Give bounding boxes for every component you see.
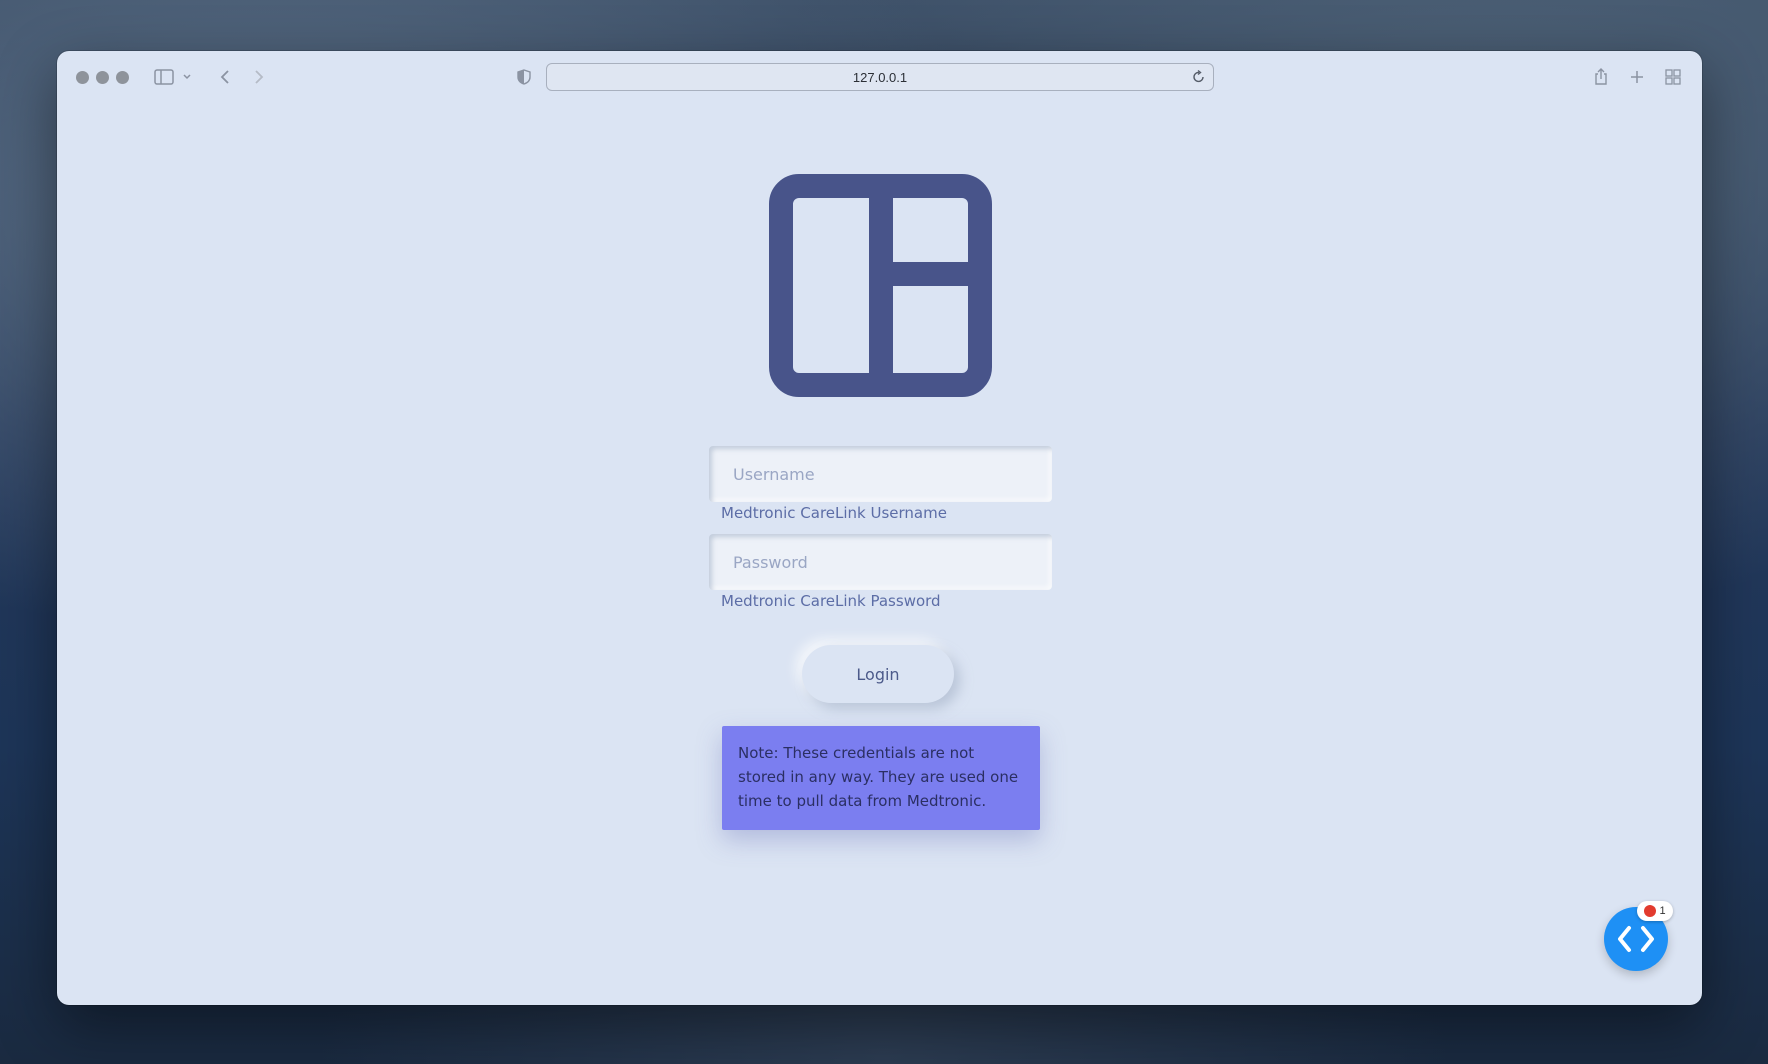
zoom-window-button[interactable] xyxy=(116,71,129,84)
chevron-down-icon[interactable] xyxy=(181,65,193,89)
address-bar[interactable]: 127.0.0.1 xyxy=(546,63,1214,91)
credentials-note: Note: These credentials are not stored i… xyxy=(722,726,1040,830)
username-hint: Medtronic CareLink Username xyxy=(721,504,947,522)
forward-icon[interactable] xyxy=(251,65,267,89)
password-hint: Medtronic CareLink Password xyxy=(721,592,941,610)
login-button[interactable]: Login xyxy=(802,645,954,703)
minimize-window-button[interactable] xyxy=(96,71,109,84)
close-window-button[interactable] xyxy=(76,71,89,84)
share-icon[interactable] xyxy=(1591,65,1611,89)
layout-panels-icon xyxy=(769,174,992,397)
tab-overview-icon[interactable] xyxy=(1663,65,1683,89)
password-input[interactable] xyxy=(733,552,1052,572)
password-field[interactable] xyxy=(709,534,1052,590)
back-icon[interactable] xyxy=(217,65,233,89)
error-dot-icon xyxy=(1644,905,1657,917)
browser-toolbar: 127.0.0.1 xyxy=(57,51,1702,101)
username-input[interactable] xyxy=(733,464,1052,484)
privacy-shield-icon[interactable] xyxy=(515,65,533,89)
url-text: 127.0.0.1 xyxy=(852,69,908,85)
sidebar-toggle-icon[interactable] xyxy=(153,65,175,89)
badge-count: 1 xyxy=(1659,905,1666,917)
browser-window: 127.0.0.1 Medtronic CareLink Username Me… xyxy=(57,51,1702,1005)
code-brackets-icon xyxy=(1618,926,1654,952)
devtools-badge: 1 xyxy=(1637,901,1673,921)
reload-icon[interactable] xyxy=(1191,69,1207,85)
new-tab-icon[interactable] xyxy=(1627,65,1647,89)
username-field[interactable] xyxy=(709,446,1052,502)
